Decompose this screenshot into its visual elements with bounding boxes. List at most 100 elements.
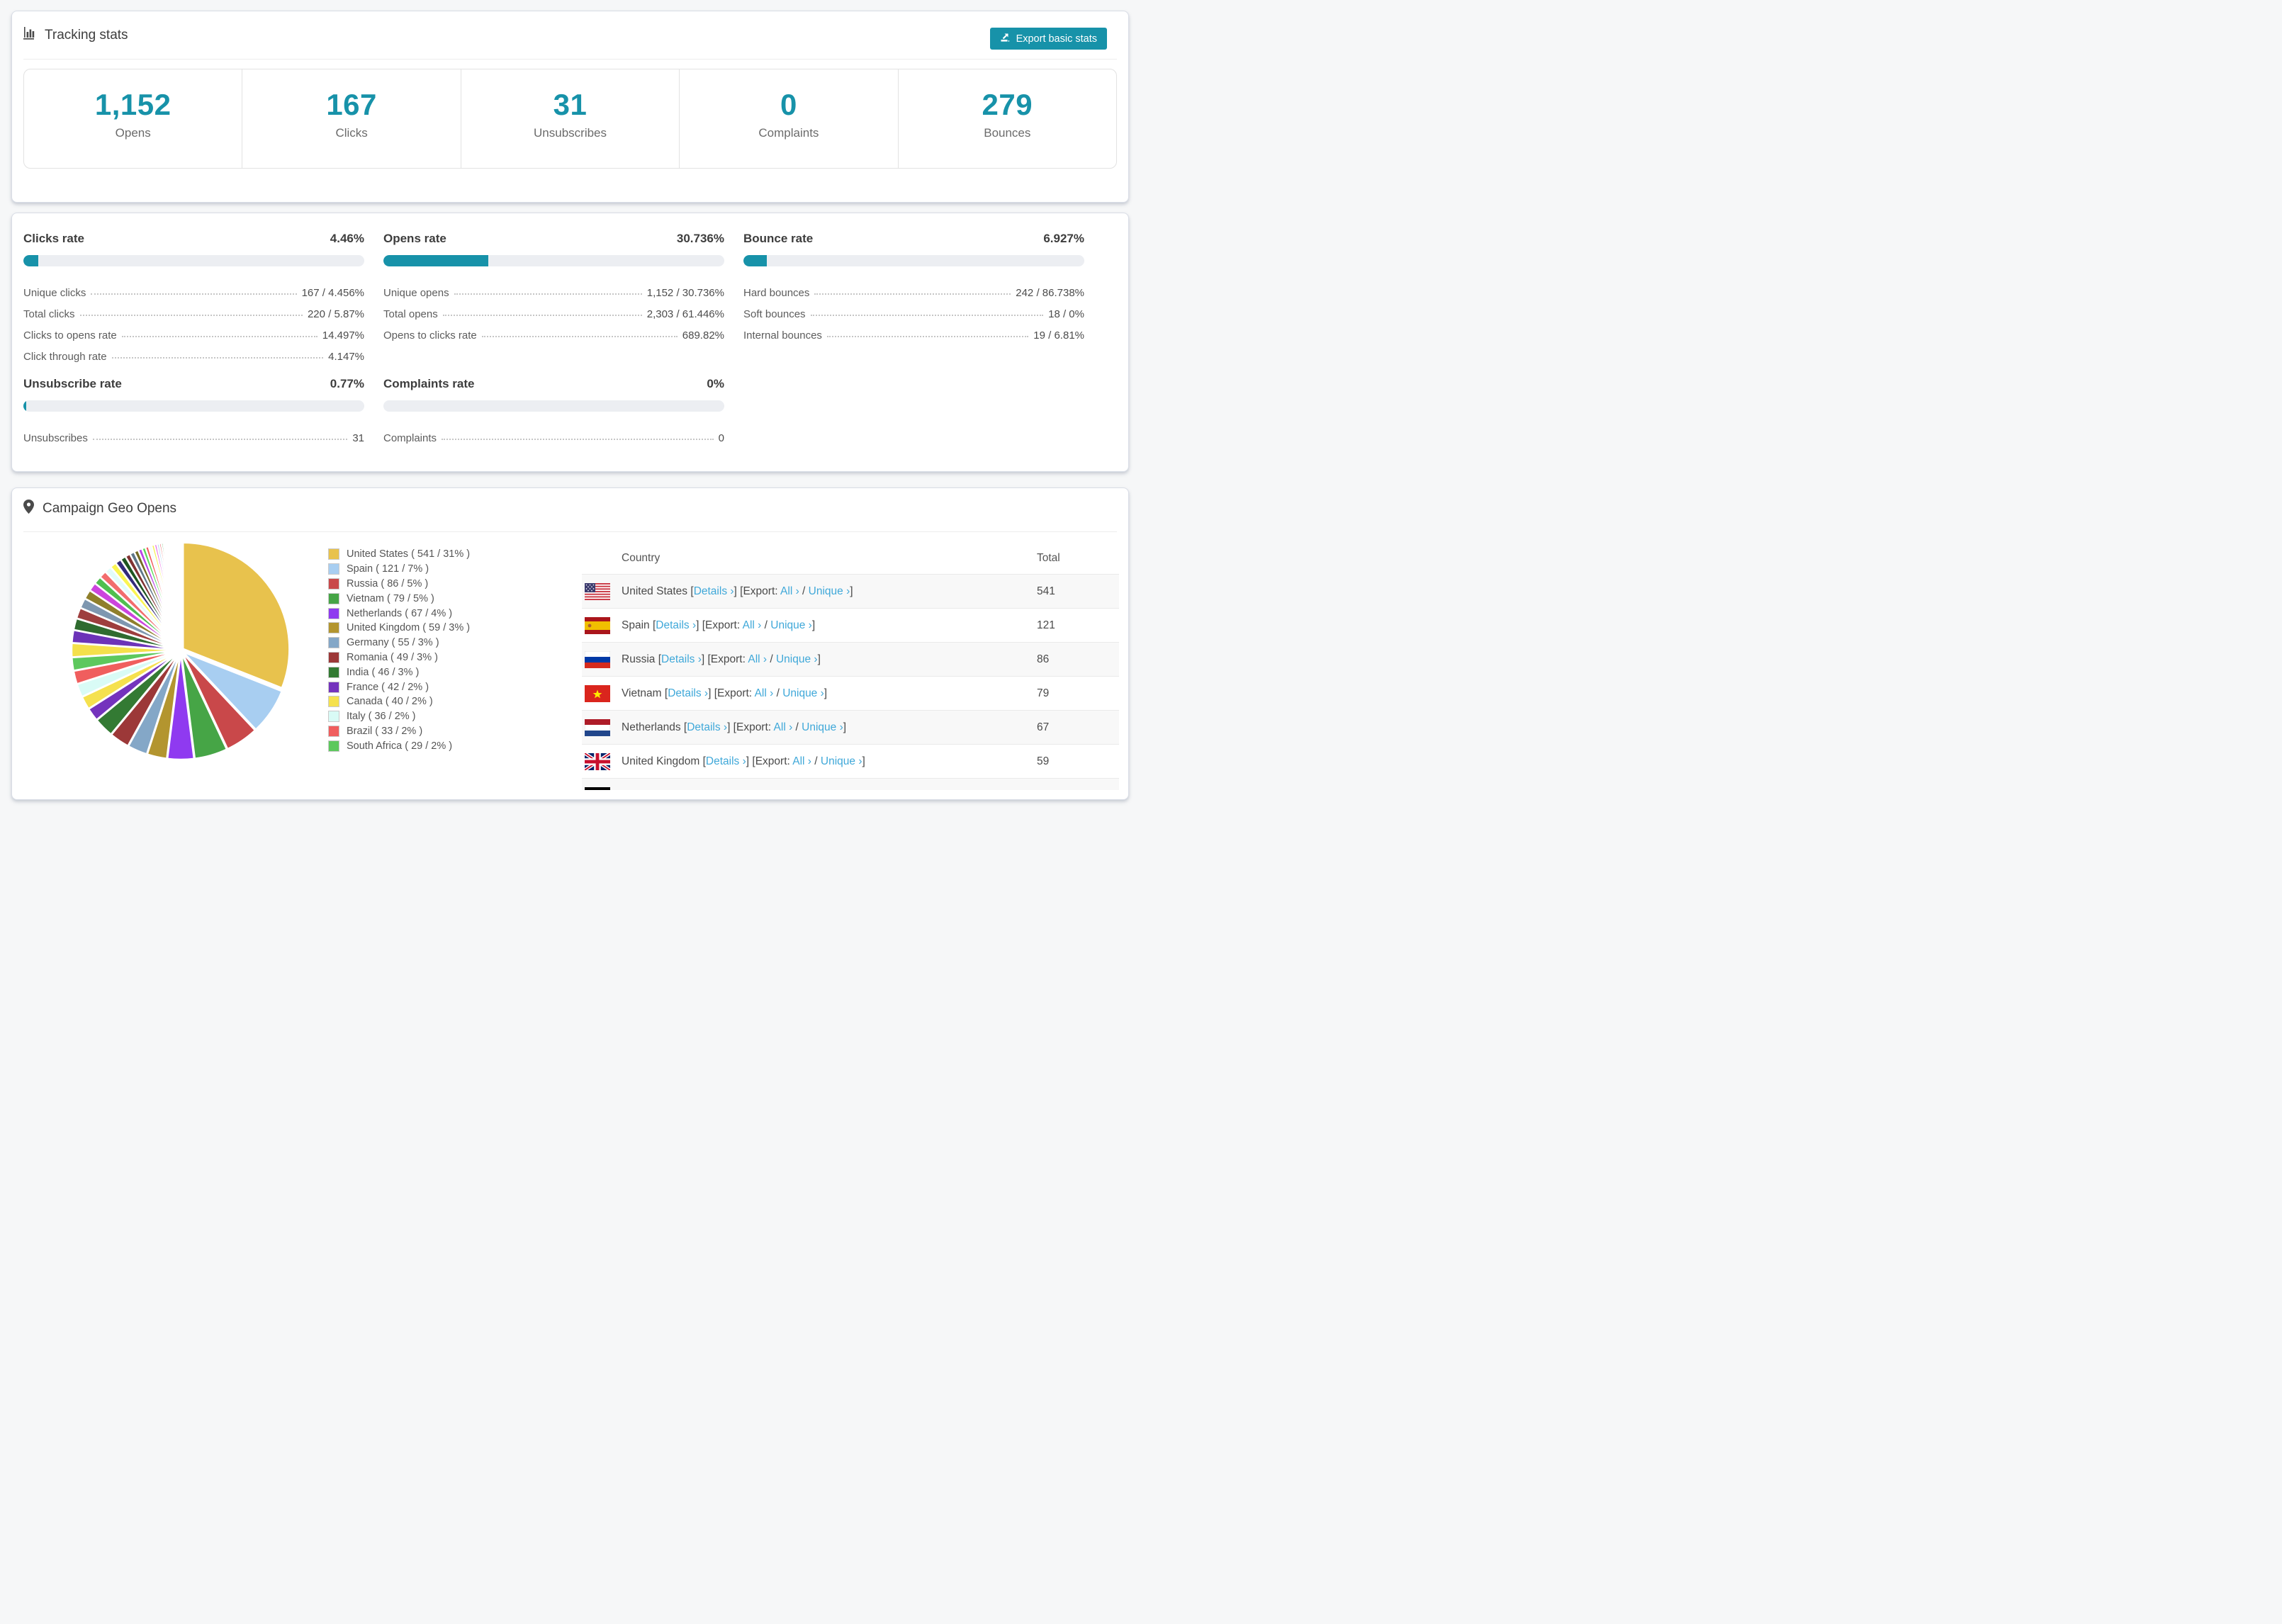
legend-item-romania[interactable]: Romania ( 49 / 3% )	[328, 650, 470, 665]
details-link[interactable]: Details ›	[673, 789, 713, 791]
legend-item-canada[interactable]: Canada ( 40 / 2% )	[328, 694, 470, 709]
legend-item-germany[interactable]: Germany ( 55 / 3% )	[328, 636, 470, 650]
legend-item-spain[interactable]: Spain ( 121 / 7% )	[328, 562, 470, 577]
geo-table-row-nl: Netherlands [Details ›] [Export: All › /…	[582, 710, 1119, 744]
legend-swatch	[328, 577, 339, 590]
rate-stat-row: Unique opens 1,152 / 30.736%	[383, 278, 724, 299]
legend-label: South Africa ( 29 / 2% )	[347, 740, 453, 752]
legend-item-italy[interactable]: Italy ( 36 / 2% )	[328, 709, 470, 724]
details-link[interactable]: Details ›	[694, 585, 734, 597]
country-total: 121	[1037, 619, 1055, 631]
legend-swatch	[328, 622, 339, 634]
legend-swatch	[328, 740, 339, 752]
export-unique-link[interactable]: Unique ›	[802, 721, 843, 733]
details-link[interactable]: Details ›	[656, 619, 696, 631]
legend-label: Spain ( 121 / 7% )	[347, 563, 429, 575]
rate-stat-row: Complaints 0	[383, 423, 724, 444]
rate-stat-row: Clicks to opens rate 14.497%	[23, 320, 364, 342]
export-icon	[1000, 32, 1011, 45]
gb-flag-icon	[583, 751, 612, 772]
legend-swatch	[328, 637, 339, 649]
rate-title: Complaints rate	[383, 377, 475, 390]
export-all-link[interactable]: All ›	[780, 585, 799, 597]
rate-stat-value: 220 / 5.87%	[307, 308, 364, 320]
export-all-link[interactable]: All ›	[760, 789, 779, 791]
rate-stat-row: Soft bounces 18 / 0%	[743, 299, 1084, 320]
unsubscribe-rate-section: Unsubscribe rate 0.77% Unsubscribes 31	[23, 377, 364, 444]
country-name: Netherlands	[622, 721, 681, 733]
legend-item-netherlands[interactable]: Netherlands ( 67 / 4% )	[328, 606, 470, 621]
export-all-link[interactable]: All ›	[755, 687, 774, 699]
map-pin-icon	[23, 500, 34, 517]
country-name: United Kingdom	[622, 755, 700, 767]
legend-swatch	[328, 711, 339, 723]
summary-stat-opens: 1,152 Opens	[24, 69, 242, 168]
geo-table-row-es: Spain [Details ›] [Export: All › / Uniqu…	[582, 608, 1119, 642]
legend-item-south-africa[interactable]: South Africa ( 29 / 2% )	[328, 738, 470, 753]
rate-stat-value: 19 / 6.81%	[1033, 329, 1084, 342]
export-all-link[interactable]: All ›	[743, 619, 762, 631]
rate-stat-label: Soft bounces	[743, 308, 806, 320]
export-unique-link[interactable]: Unique ›	[787, 789, 829, 791]
country-name: United States	[622, 585, 688, 597]
dotted-leader	[79, 315, 303, 316]
rate-value: 4.46%	[330, 232, 364, 245]
campaign-geo-opens-card: Campaign Geo Opens United States ( 541 /…	[11, 487, 1129, 800]
export-all-link[interactable]: All ›	[748, 653, 767, 665]
legend-label: Canada ( 40 / 2% )	[347, 696, 433, 708]
dotted-leader	[121, 336, 317, 337]
legend-label: Netherlands ( 67 / 4% )	[347, 607, 453, 619]
export-unique-link[interactable]: Unique ›	[776, 653, 818, 665]
rate-stat-label: Opens to clicks rate	[383, 329, 477, 342]
export-all-link[interactable]: All ›	[792, 755, 811, 767]
country-column-header: Country	[622, 551, 661, 564]
rate-stat-value: 689.82%	[682, 329, 724, 342]
rate-stat-value: 0	[718, 432, 724, 444]
legend-label: Romania ( 49 / 3% )	[347, 651, 438, 663]
legend-item-vietnam[interactable]: Vietnam ( 79 / 5% )	[328, 591, 470, 606]
rate-value: 0.77%	[330, 377, 364, 390]
rate-title: Clicks rate	[23, 232, 84, 245]
legend-label: Italy ( 36 / 2% )	[347, 711, 416, 723]
bar-chart-icon	[23, 27, 38, 43]
legend-label: United States ( 541 / 31% )	[347, 548, 471, 560]
summary-stat-unsubscribes: 31 Unsubscribes	[460, 69, 679, 168]
clicks-rate-section: Clicks rate 4.46% Unique clicks 167 / 4.…	[23, 232, 364, 363]
dotted-leader	[814, 293, 1011, 295]
legend-label: France ( 42 / 2% )	[347, 681, 429, 693]
rate-stat-label: Unique clicks	[23, 287, 86, 299]
rate-stat-row: Internal bounces 19 / 6.81%	[743, 320, 1084, 342]
legend-item-united-kingdom[interactable]: United Kingdom ( 59 / 3% )	[328, 621, 470, 636]
country-name: Vietnam	[622, 687, 662, 699]
legend-item-brazil[interactable]: Brazil ( 33 / 2% )	[328, 724, 470, 739]
legend-item-united-states[interactable]: United States ( 541 / 31% )	[328, 547, 470, 562]
legend-item-india[interactable]: India ( 46 / 3% )	[328, 665, 470, 680]
details-link[interactable]: Details ›	[706, 755, 746, 767]
legend-item-russia[interactable]: Russia ( 86 / 5% )	[328, 577, 470, 592]
export-unique-link[interactable]: Unique ›	[770, 619, 812, 631]
geo-table-row-gb: United Kingdom [Details ›] [Export: All …	[582, 744, 1119, 778]
rate-stat-value: 18 / 0%	[1048, 308, 1084, 320]
export-unique-link[interactable]: Unique ›	[782, 687, 824, 699]
rate-stat-label: Total opens	[383, 308, 438, 320]
export-unique-link[interactable]: Unique ›	[809, 585, 850, 597]
ru-flag-icon	[584, 650, 611, 668]
export-basic-stats-button[interactable]: Export basic stats	[989, 28, 1107, 50]
export-unique-link[interactable]: Unique ›	[821, 755, 862, 767]
rate-stat-row: Hard bounces 242 / 86.738%	[743, 278, 1084, 299]
summary-label: Unsubscribes	[534, 126, 607, 140]
summary-value: 279	[982, 88, 1033, 121]
rate-progress-bar	[383, 255, 724, 266]
nl-flag-icon	[584, 718, 611, 736]
summary-stat-clicks: 167 Clicks	[242, 69, 460, 168]
opens-rate-section: Opens rate 30.736% Unique opens 1,152 / …	[383, 232, 724, 363]
rate-stat-row: Total clicks 220 / 5.87%	[23, 299, 364, 320]
dotted-leader	[91, 293, 297, 295]
details-link[interactable]: Details ›	[687, 721, 727, 733]
es-flag-icon	[585, 616, 610, 634]
details-link[interactable]: Details ›	[668, 687, 708, 699]
details-link[interactable]: Details ›	[661, 653, 702, 665]
legend-item-france[interactable]: France ( 42 / 2% )	[328, 680, 470, 694]
export-all-link[interactable]: All ›	[774, 721, 793, 733]
dotted-leader	[442, 439, 714, 440]
